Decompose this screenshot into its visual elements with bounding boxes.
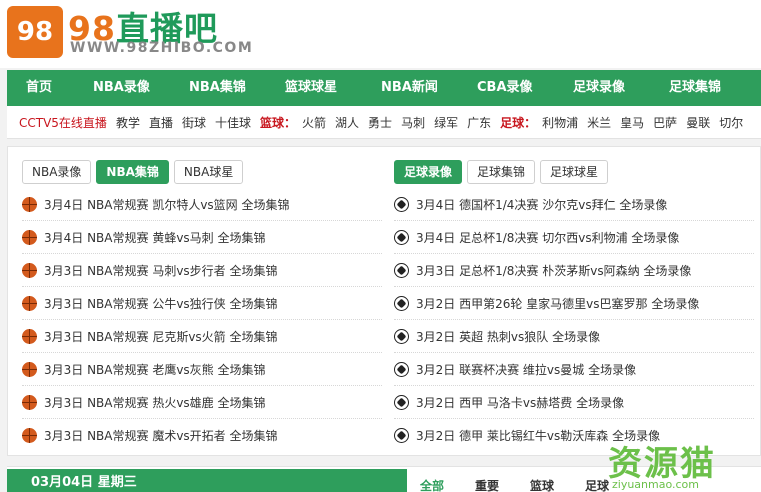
- main-nav: 首页 NBA录像 NBA集锦 篮球球星 NBA新闻 CBA录像 足球录像 足球集…: [7, 70, 761, 106]
- nav-item-football-highlights[interactable]: 足球集锦: [650, 70, 746, 106]
- tab-football-highlights[interactable]: 足球集锦: [467, 160, 536, 184]
- list-item[interactable]: 3月2日 联赛杯决赛 维拉vs曼城 全场录像: [394, 353, 754, 386]
- soccer-ball-icon: [394, 196, 409, 212]
- soccer-ball-icon: [394, 262, 409, 278]
- list-item[interactable]: 3月4日 NBA常规赛 黄蜂vs马刺 全场集锦: [22, 221, 382, 254]
- tab-football-stars[interactable]: 足球球星: [540, 160, 609, 184]
- list-item-title: 3月2日 联赛杯决赛 维拉vs曼城 全场录像: [416, 362, 637, 377]
- football-list: 3月4日 德国杯1/4决赛 沙尔克vs拜仁 全场录像 3月4日 足总杯1/8决赛…: [394, 188, 754, 452]
- tab-football-videos[interactable]: 足球录像: [394, 160, 463, 184]
- list-item[interactable]: 3月3日 NBA常规赛 热火vs雄鹿 全场集锦: [22, 386, 382, 419]
- video-panel: NBA录像 NBA集锦 NBA球星 3月4日 NBA常规赛 凯尔特人vs篮网 全…: [7, 146, 761, 456]
- team-link[interactable]: 曼联: [686, 114, 710, 131]
- list-item-title: 3月2日 西甲第26轮 皇家马德里vs巴塞罗那 全场录像: [416, 296, 700, 311]
- soccer-ball-icon: [394, 229, 409, 245]
- site-header: 98 98直播吧 WWW.98ZHIBO.COM: [0, 0, 761, 68]
- team-link[interactable]: 巴萨: [653, 114, 677, 131]
- page: 98 98直播吧 WWW.98ZHIBO.COM 首页 NBA录像 NBA集锦 …: [0, 0, 761, 492]
- list-item-title: 3月4日 德国杯1/4决赛 沙尔克vs拜仁 全场录像: [416, 197, 668, 212]
- tab-all[interactable]: 全部: [420, 477, 444, 492]
- team-link[interactable]: 湖人: [335, 114, 359, 131]
- basketball-icon: [22, 262, 37, 278]
- watermark-url: ziyuanmao.com: [612, 478, 700, 491]
- list-item-title: 3月3日 NBA常规赛 公牛vs独行侠 全场集锦: [44, 296, 278, 311]
- team-link[interactable]: 绿军: [434, 114, 458, 131]
- basketball-icon: [22, 361, 37, 377]
- list-item-title: 3月4日 NBA常规赛 凯尔特人vs篮网 全场集锦: [44, 197, 290, 212]
- list-item[interactable]: 3月3日 NBA常规赛 尼克斯vs火箭 全场集锦: [22, 320, 382, 353]
- basketball-icon: [22, 196, 37, 212]
- basketball-list: 3月4日 NBA常规赛 凯尔特人vs篮网 全场集锦 3月4日 NBA常规赛 黄蜂…: [22, 188, 382, 452]
- team-link[interactable]: 火箭: [302, 114, 326, 131]
- tab-nba-videos[interactable]: NBA录像: [22, 160, 92, 184]
- list-item-title: 3月4日 NBA常规赛 黄蜂vs马刺 全场集锦: [44, 230, 266, 245]
- list-item[interactable]: 3月3日 NBA常规赛 魔术vs开拓者 全场集锦: [22, 419, 382, 452]
- football-column: 足球录像 足球集锦 足球球星 3月4日 德国杯1/4决赛 沙尔克vs拜仁 全场录…: [394, 147, 754, 452]
- list-item-title: 3月2日 英超 热刺vs狼队 全场录像: [416, 329, 601, 344]
- nav-item-nba-videos[interactable]: NBA录像: [74, 70, 170, 106]
- list-item[interactable]: 3月2日 西甲第26轮 皇家马德里vs巴塞罗那 全场录像: [394, 287, 754, 320]
- soccer-ball-icon: [394, 428, 409, 443]
- list-item-title: 3月3日 NBA常规赛 热火vs雄鹿 全场集锦: [44, 395, 266, 410]
- list-item-title: 3月3日 足总杯1/8决赛 朴茨茅斯vs阿森纳 全场录像: [416, 263, 692, 278]
- nav-item-home[interactable]: 首页: [7, 70, 74, 106]
- site-url: WWW.98ZHIBO.COM: [70, 40, 254, 56]
- basketball-column: NBA录像 NBA集锦 NBA球星 3月4日 NBA常规赛 凯尔特人vs篮网 全…: [22, 147, 382, 452]
- basketball-tabs: NBA录像 NBA集锦 NBA球星: [22, 160, 382, 184]
- team-link[interactable]: 米兰: [587, 114, 611, 131]
- list-item[interactable]: 3月3日 足总杯1/8决赛 朴茨茅斯vs阿森纳 全场录像: [394, 254, 754, 287]
- basketball-icon: [22, 394, 37, 410]
- team-link[interactable]: 利物浦: [542, 114, 578, 131]
- team-link[interactable]: 勇士: [368, 114, 392, 131]
- soccer-ball-icon: [394, 394, 409, 410]
- quick-link[interactable]: 教学: [116, 114, 140, 131]
- soccer-ball-icon: [394, 328, 409, 344]
- quick-link[interactable]: 街球: [182, 114, 206, 131]
- list-item-title: 3月3日 NBA常规赛 魔术vs开拓者 全场集锦: [44, 429, 278, 443]
- team-link[interactable]: 切尔: [719, 114, 743, 131]
- team-link[interactable]: 马刺: [401, 114, 425, 131]
- tab-important[interactable]: 重要: [475, 477, 499, 492]
- team-link[interactable]: 广东: [467, 114, 491, 131]
- list-item[interactable]: 3月4日 德国杯1/4决赛 沙尔克vs拜仁 全场录像: [394, 188, 754, 221]
- list-item[interactable]: 3月3日 NBA常规赛 老鹰vs灰熊 全场集锦: [22, 353, 382, 386]
- tab-nba-highlights[interactable]: NBA集锦: [96, 160, 169, 184]
- soccer-ball-icon: [394, 295, 409, 311]
- nav-item-cba-videos[interactable]: CBA录像: [458, 70, 554, 106]
- basketball-icon: [22, 295, 37, 311]
- nav-item-basketball-stars[interactable]: 篮球球星: [266, 70, 362, 106]
- basketball-icon: [22, 328, 37, 344]
- team-link[interactable]: 皇马: [620, 114, 644, 131]
- list-item-title: 3月3日 NBA常规赛 老鹰vs灰熊 全场集锦: [44, 362, 266, 377]
- basketball-icon: [22, 229, 37, 245]
- tab-basketball[interactable]: 篮球: [530, 477, 554, 492]
- nav-item-nba-news[interactable]: NBA新闻: [362, 70, 458, 106]
- football-tabs: 足球录像 足球集锦 足球球星: [394, 160, 754, 184]
- list-item[interactable]: 3月4日 足总杯1/8决赛 切尔西vs利物浦 全场录像: [394, 221, 754, 254]
- list-item-title: 3月3日 NBA常规赛 马刺vs步行者 全场集锦: [44, 263, 278, 278]
- list-item[interactable]: 3月3日 NBA常规赛 公牛vs独行侠 全场集锦: [22, 287, 382, 320]
- basketball-icon: [22, 428, 37, 443]
- football-category-label: 足球：: [500, 115, 537, 130]
- list-item[interactable]: 3月3日 NBA常规赛 马刺vs步行者 全场集锦: [22, 254, 382, 287]
- logo-mark[interactable]: 98: [7, 6, 63, 58]
- list-item-title: 3月4日 足总杯1/8决赛 切尔西vs利物浦 全场录像: [416, 230, 680, 245]
- quick-link-cctv5[interactable]: CCTV5在线直播: [19, 114, 107, 131]
- basketball-category-label: 篮球：: [260, 115, 297, 130]
- nav-item-football-videos[interactable]: 足球录像: [554, 70, 650, 106]
- quick-links: CCTV5在线直播 教学 直播 街球 十佳球 篮球： 火箭 湖人 勇士 马刺 绿…: [7, 106, 761, 139]
- schedule-date: 03月04日 星期三: [7, 469, 407, 492]
- list-item[interactable]: 3月2日 西甲 马洛卡vs赫塔费 全场录像: [394, 386, 754, 419]
- quick-link[interactable]: 直播: [149, 114, 173, 131]
- list-item-title: 3月2日 西甲 马洛卡vs赫塔费 全场录像: [416, 395, 625, 410]
- list-item[interactable]: 3月2日 英超 热刺vs狼队 全场录像: [394, 320, 754, 353]
- quick-link[interactable]: 十佳球: [215, 114, 251, 131]
- tab-football[interactable]: 足球: [585, 477, 609, 492]
- soccer-ball-icon: [394, 361, 409, 377]
- list-item[interactable]: 3月4日 NBA常规赛 凯尔特人vs篮网 全场集锦: [22, 188, 382, 221]
- list-item-title: 3月3日 NBA常规赛 尼克斯vs火箭 全场集锦: [44, 329, 278, 344]
- tab-nba-stars[interactable]: NBA球星: [173, 160, 244, 184]
- nav-item-nba-highlights[interactable]: NBA集锦: [170, 70, 266, 106]
